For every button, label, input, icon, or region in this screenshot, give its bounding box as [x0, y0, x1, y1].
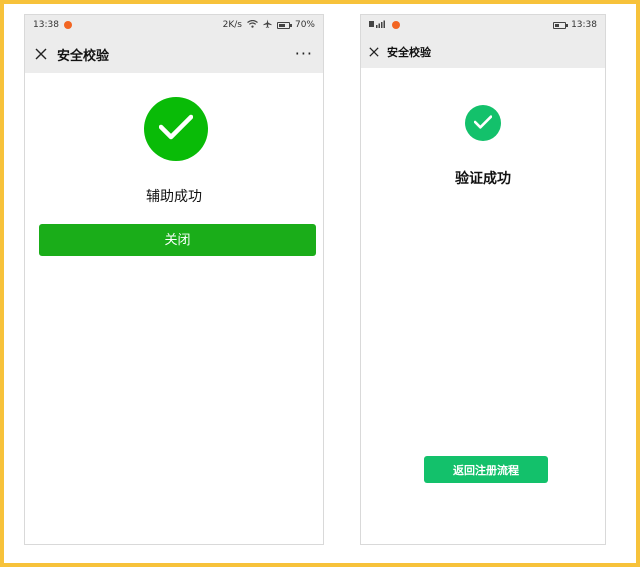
close-icon[interactable] — [35, 48, 47, 60]
check-icon — [473, 114, 493, 133]
result-message: 辅助成功 — [146, 189, 202, 205]
battery-fill — [555, 23, 560, 27]
nav-bar: 安全校验 ··· — [25, 35, 323, 73]
battery-fill — [278, 23, 285, 27]
left-phone-screen: 13:38 2K/s 70% 安全校验 ··· 辅助成功 关闭 — [24, 14, 324, 545]
right-phone-screen: 13:38 安全校验 验证成功 返回注册流程 — [360, 14, 606, 545]
nav-bar: 安全校验 — [361, 35, 605, 68]
airplane-icon — [263, 19, 272, 31]
battery-icon — [553, 21, 569, 29]
return-to-registration-button[interactable]: 返回注册流程 — [424, 456, 548, 483]
status-bar: 13:38 — [361, 15, 605, 35]
success-check-badge — [144, 97, 208, 161]
success-check-badge — [465, 105, 501, 141]
page-title: 安全校验 — [387, 45, 431, 59]
more-options-button[interactable]: ··· — [295, 46, 313, 62]
battery-percent: 70% — [294, 20, 315, 30]
status-bar: 13:38 2K/s 70% — [25, 15, 323, 35]
battery-icon — [276, 21, 292, 29]
network-speed: 2K/s — [222, 20, 242, 30]
wifi-icon — [247, 19, 258, 31]
check-icon — [158, 114, 194, 144]
close-button[interactable]: 关闭 — [39, 224, 316, 256]
page-title: 安全校验 — [57, 48, 110, 64]
notification-icon — [392, 21, 400, 29]
result-message: 验证成功 — [455, 171, 511, 187]
status-time: 13:38 — [571, 20, 597, 30]
status-time: 13:38 — [33, 20, 59, 30]
signal-icon — [369, 20, 387, 31]
close-icon[interactable] — [369, 46, 379, 57]
notification-icon — [63, 21, 72, 29]
